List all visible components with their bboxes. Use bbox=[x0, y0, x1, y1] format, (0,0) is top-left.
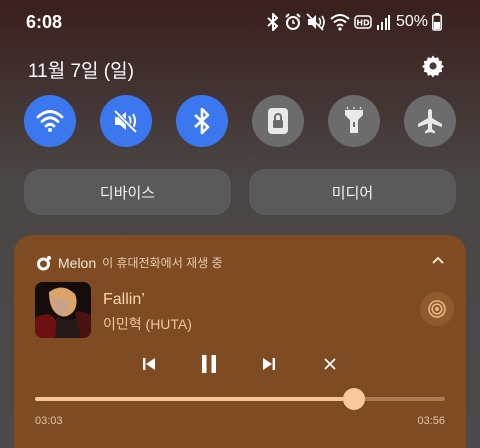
cast-icon bbox=[428, 300, 446, 318]
toggle-bluetooth[interactable] bbox=[176, 95, 228, 147]
cast-button[interactable] bbox=[420, 292, 454, 326]
quick-settings-toggles bbox=[24, 95, 456, 147]
bluetooth-icon bbox=[194, 107, 210, 135]
toggle-mute[interactable] bbox=[100, 95, 152, 147]
seek-bar[interactable] bbox=[35, 388, 445, 410]
mute-icon bbox=[113, 109, 138, 134]
elapsed-time: 03:03 bbox=[35, 415, 63, 427]
media-player-card: Melon 이 휴대전화에서 재생 중 Fallin’ 이민혁 (HUTA) 0… bbox=[14, 235, 466, 448]
svg-text:HD: HD bbox=[356, 19, 370, 28]
close-icon bbox=[324, 358, 336, 370]
close-button[interactable] bbox=[316, 350, 344, 378]
chevron-up-icon[interactable] bbox=[430, 252, 446, 268]
gear-icon[interactable] bbox=[421, 54, 445, 78]
playing-on-label: 이 휴대전화에서 재생 중 bbox=[102, 256, 223, 270]
devices-button[interactable]: 디바이스 bbox=[24, 169, 231, 215]
flashlight-icon bbox=[345, 107, 363, 133]
bluetooth-icon bbox=[267, 13, 279, 31]
pause-button[interactable] bbox=[195, 350, 223, 378]
total-duration: 03:56 bbox=[417, 415, 445, 427]
wifi-icon bbox=[36, 110, 64, 132]
media-output-button[interactable]: 미디어 bbox=[249, 169, 456, 215]
previous-button[interactable] bbox=[135, 350, 163, 378]
toggle-secure-folder[interactable] bbox=[252, 95, 304, 147]
seek-bar-progress bbox=[35, 397, 354, 401]
pause-icon bbox=[202, 355, 216, 373]
battery-percent: 50% bbox=[395, 13, 428, 30]
track-title: Fallin’ bbox=[103, 291, 145, 308]
track-artist: 이민혁 (HUTA) bbox=[103, 316, 192, 332]
skip-next-icon bbox=[263, 358, 275, 370]
airplane-icon bbox=[418, 109, 442, 134]
next-button[interactable] bbox=[255, 350, 283, 378]
hd-icon: HD bbox=[354, 15, 372, 29]
seek-bar-handle[interactable] bbox=[342, 388, 365, 410]
status-icons: HD 50% bbox=[266, 11, 442, 33]
signal-icon bbox=[376, 15, 390, 30]
lock-icon bbox=[268, 108, 288, 134]
status-bar: 6:08 HD 50% bbox=[0, 0, 480, 44]
battery-icon bbox=[432, 13, 442, 31]
album-art bbox=[35, 282, 91, 338]
toggle-flashlight[interactable] bbox=[328, 95, 380, 147]
clock: 6:08 bbox=[26, 12, 63, 32]
mute-icon bbox=[306, 13, 325, 31]
media-label: 미디어 bbox=[331, 184, 374, 202]
melon-logo-icon bbox=[37, 255, 51, 270]
devices-label: 디바이스 bbox=[99, 184, 156, 202]
alarm-icon bbox=[285, 13, 301, 30]
date-label: 11월 7일 (일) bbox=[28, 61, 134, 82]
skip-previous-icon bbox=[143, 358, 155, 370]
wifi-icon bbox=[330, 14, 350, 31]
toggle-airplane[interactable] bbox=[404, 95, 456, 147]
toggle-wifi[interactable] bbox=[24, 95, 76, 147]
app-name: Melon bbox=[58, 254, 97, 271]
media-header: Melon 이 휴대전화에서 재생 중 bbox=[36, 254, 223, 271]
